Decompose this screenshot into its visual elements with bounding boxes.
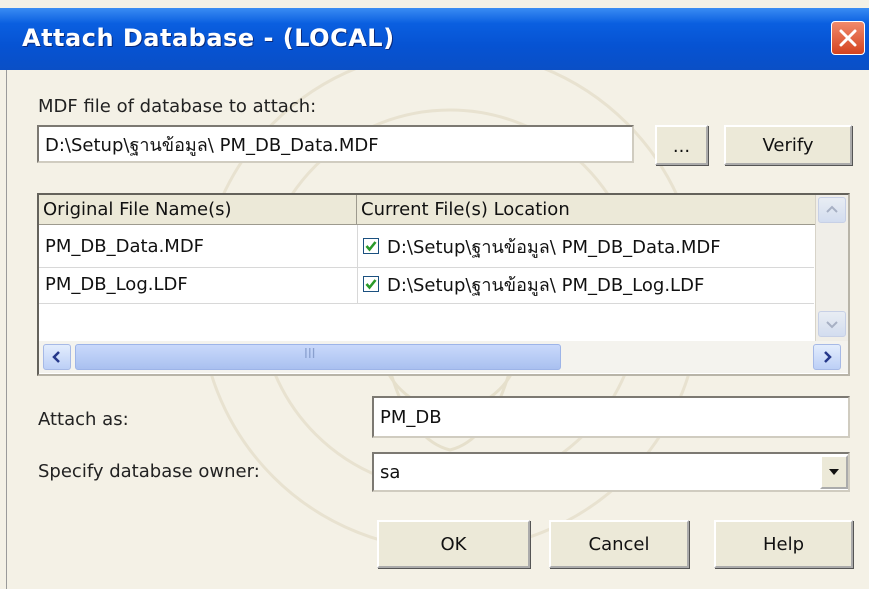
checkbox-row-2[interactable] (363, 276, 379, 292)
files-table[interactable]: Original File Name(s) Current File(s) Lo… (37, 193, 850, 376)
owner-label: Specify database owner: (38, 461, 260, 482)
scroll-down-button[interactable] (818, 311, 846, 337)
chevron-right-icon (824, 351, 832, 363)
scroll-left-button[interactable] (43, 344, 71, 370)
table-row-2-original[interactable]: PM_DB_Log.LDF (45, 269, 188, 299)
chevron-left-icon (52, 351, 60, 363)
chevron-up-icon (826, 205, 838, 213)
column-header-original[interactable]: Original File Name(s) (39, 195, 357, 225)
help-button[interactable]: Help (714, 520, 853, 568)
column-divider (357, 225, 358, 303)
chevron-down-icon (829, 469, 839, 475)
cancel-button[interactable]: Cancel (549, 520, 689, 568)
attach-as-input[interactable]: PM_DB (372, 396, 850, 438)
scroll-grip: III (304, 347, 316, 362)
title-bar[interactable]: Attach Database - (LOCAL) (0, 8, 869, 70)
owner-dropdown-button[interactable] (820, 455, 848, 489)
checkmark-icon (365, 241, 377, 252)
close-icon (839, 29, 857, 47)
location-text: D:\Setup\ฐานข้อมูล\ PM_DB_Log.LDF (387, 274, 705, 296)
row-divider (39, 267, 814, 268)
browse-button[interactable]: ... (655, 125, 708, 165)
checkmark-icon (365, 279, 377, 290)
checkbox-row-1[interactable] (363, 238, 379, 254)
owner-value: sa (380, 461, 401, 483)
location-text: D:\Setup\ฐานข้อมูล\ PM_DB_Data.MDF (387, 236, 721, 258)
owner-select[interactable]: sa (372, 452, 850, 492)
horizontal-scrollbar[interactable]: III (39, 341, 848, 373)
mdf-file-label: MDF file of database to attach: (38, 96, 317, 117)
chevron-down-icon (826, 321, 838, 329)
table-row-1-location[interactable]: D:\Setup\ฐานข้อมูล\ PM_DB_Data.MDF (363, 231, 721, 261)
dialog-title: Attach Database - (LOCAL) (22, 24, 395, 52)
verify-button[interactable]: Verify (724, 125, 852, 165)
mdf-path-input[interactable]: D:\Setup\ฐานข้อมูล\ PM_DB_Data.MDF (37, 125, 634, 163)
vertical-scrollbar[interactable] (815, 195, 848, 341)
scroll-up-button[interactable] (818, 197, 846, 223)
attach-as-label: Attach as: (38, 409, 129, 430)
table-row-2-location[interactable]: D:\Setup\ฐานข้อมูล\ PM_DB_Log.LDF (363, 269, 704, 299)
row-divider (39, 303, 814, 304)
scroll-right-button[interactable] (813, 344, 841, 370)
ok-button[interactable]: OK (377, 520, 530, 568)
column-header-location[interactable]: Current File(s) Location (357, 195, 816, 225)
table-row-1-original[interactable]: PM_DB_Data.MDF (45, 231, 204, 261)
close-button[interactable] (831, 21, 865, 55)
scroll-thumb[interactable]: III (75, 344, 561, 370)
